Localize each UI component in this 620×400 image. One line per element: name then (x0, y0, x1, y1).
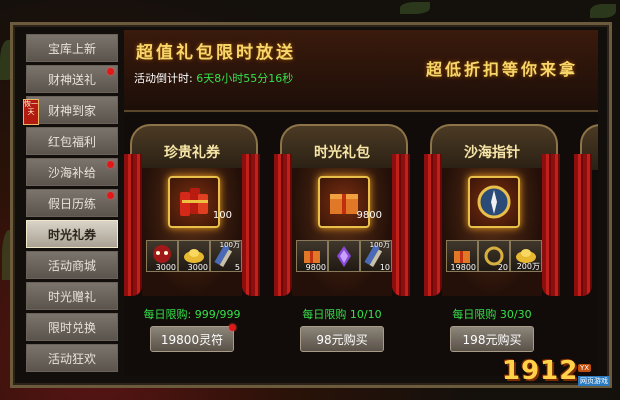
curtain-right (242, 154, 260, 296)
reward-slot[interactable]: 200万 (510, 240, 542, 272)
buy-button[interactable]: 19800灵符 (150, 324, 236, 352)
leaf-decoration (590, 4, 616, 18)
main-item-count: 100 (212, 210, 232, 221)
sidebar-item-holiday-training[interactable]: 假日历练 (26, 189, 118, 217)
banner-title: 超值礼包限时放送 (136, 43, 296, 63)
curtain-right (392, 154, 410, 296)
reward-count: 3000 (187, 263, 208, 272)
card-title: 沙海指针 (464, 145, 520, 161)
sidebar-item-label: 限时兑换 (47, 320, 96, 335)
reward-count: 5 (234, 263, 240, 272)
reward-count: 20 (497, 263, 508, 272)
curtain-left (124, 154, 142, 296)
card-stage: 100 3000 3000 100万 5 (142, 168, 242, 296)
notification-dot (107, 192, 114, 199)
notification-dot (107, 161, 114, 168)
card-stage: 19800 20 200万 (442, 168, 542, 296)
reward-slot[interactable]: 100万 5 (210, 240, 242, 272)
sidebar-item-label: 财神送礼 (47, 72, 96, 87)
curtain-left (274, 154, 292, 296)
main-item-count: 9800 (356, 210, 382, 221)
package-carousel: 珍贵礼券 100 3000 3000 100万 5 每日限购: 999/999 … (124, 114, 598, 376)
sidebar-item-fortune-gift[interactable]: 财神送礼 (26, 65, 118, 93)
sidebar-item-desert-supply[interactable]: 沙海补给 (26, 158, 118, 186)
daily-limit: 每日限购 10/10 (302, 308, 382, 321)
purple-wings-icon (337, 246, 351, 267)
sidebar-item-label: 时光礼券 (47, 227, 96, 242)
sidebar-item-activity-carnival[interactable]: 活动狂欢 (26, 344, 118, 372)
site-logo: 1912 (502, 356, 579, 386)
logo-subtitle: 网页游戏 (578, 376, 610, 386)
buy-button-label: 198元购买 (462, 332, 522, 347)
package-card: 珍贵礼券 100 3000 3000 100万 5 每日限购: 999/999 … (124, 124, 260, 372)
sidebar-item-label: 沙海补给 (47, 165, 96, 180)
sidebar-item-label: 宝库上新 (47, 41, 96, 56)
sidebar-item-limited-exchange[interactable]: 限时兑换 (26, 313, 118, 341)
sidebar-item-label: 时光赠礼 (47, 289, 96, 304)
countdown: 活动倒计时: 6天8小时55分16秒 (134, 70, 293, 86)
reward-count: 200万 (516, 262, 540, 271)
buy-button-label: 19800灵符 (160, 332, 224, 347)
reward-slot[interactable]: 3000 (178, 240, 210, 272)
countdown-label: 活动倒计时: (134, 72, 193, 85)
compass-icon[interactable] (468, 176, 520, 228)
notification-dot (107, 68, 114, 75)
card-stage: 9800 9800 100万 10 (292, 168, 392, 296)
daily-limit: 每日限购: 999/999 (143, 308, 241, 321)
buy-button[interactable]: 98元购买 (300, 326, 384, 352)
sidebar-item-fortune-home[interactable]: 恢一天 财神到家 (23, 96, 118, 125)
curtain-left (574, 154, 592, 296)
leaf-decoration (400, 2, 430, 14)
sidebar-item-label: 财神到家 (47, 103, 96, 118)
reward-slot[interactable]: 9800 (296, 240, 328, 272)
sidebar-item-label: 活动狂欢 (47, 351, 96, 366)
sidebar-item-activity-shop[interactable]: 活动商城 (26, 251, 118, 279)
reward-slot[interactable]: 19800 (446, 240, 478, 272)
sidebar-badge: 恢一天 (23, 99, 39, 125)
reward-slot[interactable]: 20 (478, 240, 510, 272)
curtain-right (542, 154, 560, 296)
curtain-left (424, 154, 442, 296)
sidebar-item-red-envelope[interactable]: 红包福利 (26, 127, 118, 155)
package-card: 沙海指针 19800 20 200万 每日限购 30/30 198元购买 (424, 124, 560, 372)
reward-count: 9800 (305, 263, 326, 272)
reward-top-label: 100万 (219, 241, 240, 249)
sidebar-item-label: 红包福利 (47, 134, 96, 149)
reward-count: 10 (379, 263, 390, 272)
card-title: 珍贵礼券 (164, 145, 220, 161)
banner-subtitle: 超低折扣等你来拿 (425, 60, 578, 79)
package-card-partial (574, 124, 598, 372)
sidebar-item-time-coupon[interactable]: 时光礼券 (26, 220, 118, 248)
reward-count: 19800 (450, 263, 476, 272)
notification-dot (229, 324, 236, 331)
reward-count: 3000 (155, 263, 176, 272)
sidebar-item-treasury-new[interactable]: 宝库上新 (26, 34, 118, 62)
buy-button-label: 98元购买 (316, 332, 368, 347)
reward-top-label: 100万 (369, 241, 390, 249)
buy-button[interactable]: 198元购买 (450, 326, 534, 352)
reward-slot[interactable]: 3000 (146, 240, 178, 272)
logo-tag: YX (578, 364, 592, 372)
sidebar-item-time-gift[interactable]: 时光赠礼 (26, 282, 118, 310)
reward-slot[interactable] (328, 240, 360, 272)
package-card: 时光礼包 9800 9800 100万 10 每日限购 10/10 98元购买 (274, 124, 410, 372)
promo-banner: 超值礼包限时放送 超低折扣等你来拿 活动倒计时: 6天8小时55分16秒 (124, 30, 598, 112)
sidebar-item-label: 活动商城 (47, 258, 96, 273)
daily-limit: 每日限购 30/30 (452, 308, 532, 321)
activity-sidebar: 宝库上新 财神送礼 恢一天 财神到家 红包福利 沙海补给 假日历练 时光礼券 活动… (23, 34, 118, 372)
reward-slot[interactable]: 100万 10 (360, 240, 392, 272)
card-title: 时光礼包 (314, 145, 370, 161)
countdown-value: 6天8小时55分16秒 (196, 72, 294, 85)
sidebar-item-label: 假日历练 (47, 196, 96, 211)
